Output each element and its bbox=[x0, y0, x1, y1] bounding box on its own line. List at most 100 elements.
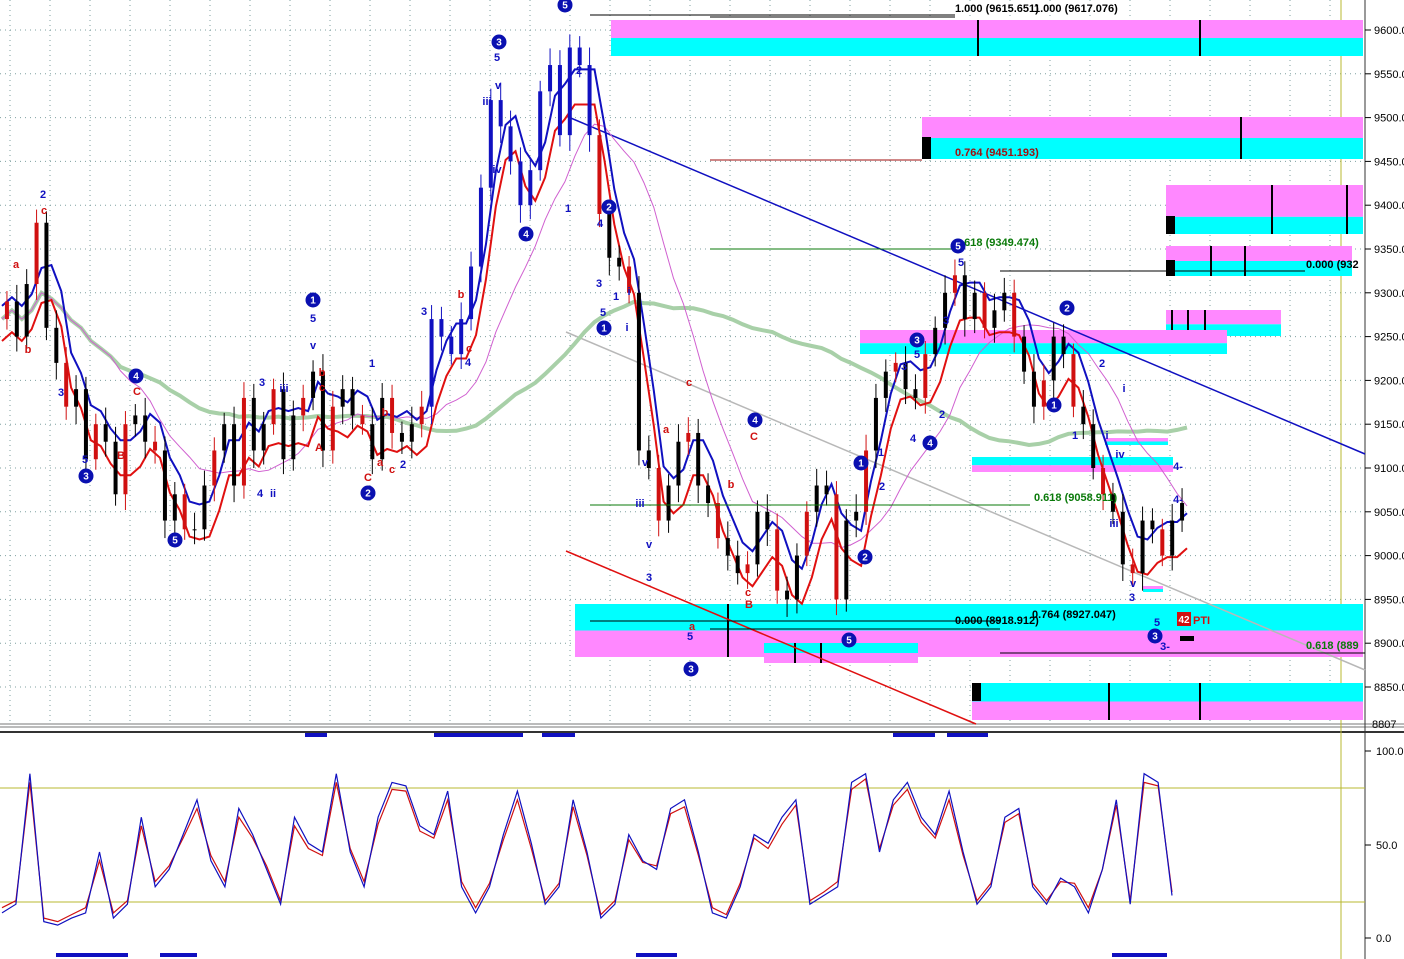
price-bar-body bbox=[301, 397, 306, 416]
wave-label-red: b bbox=[319, 367, 326, 379]
wave-label-red: c bbox=[389, 464, 395, 476]
price-bar-body bbox=[804, 511, 809, 556]
wave-circle-label: 4 bbox=[752, 416, 758, 427]
price-bar-body bbox=[1140, 520, 1145, 574]
price-bar-body bbox=[933, 327, 938, 355]
wave-label-blue: 3 bbox=[1129, 592, 1135, 604]
price-bar-body bbox=[1061, 336, 1066, 355]
signal-bar bbox=[947, 733, 988, 737]
price-bar-body bbox=[538, 91, 543, 171]
zone-marker bbox=[922, 137, 931, 159]
wave-label-red: a bbox=[663, 424, 670, 436]
wave-label-blue: 3 bbox=[943, 315, 949, 327]
price-bar-body bbox=[103, 424, 108, 442]
wave-label-red: B bbox=[745, 599, 753, 611]
price-tick-label: 9050.0 bbox=[1374, 507, 1404, 519]
wave-circle-label: 3 bbox=[1152, 632, 1158, 643]
price-bar-body bbox=[607, 213, 612, 258]
wave-label-blue: iii bbox=[1109, 518, 1118, 530]
price-bar-body bbox=[1031, 371, 1036, 407]
fib-label-f000a: 0.000 (932 bbox=[1306, 259, 1359, 271]
price-bar-body bbox=[785, 590, 790, 600]
zone-9100-top bbox=[972, 457, 1173, 466]
wave-circle-label: 3 bbox=[496, 38, 502, 49]
price-bar-body bbox=[478, 187, 483, 267]
signal-bar bbox=[893, 733, 935, 737]
wave-label-blue: iii bbox=[482, 96, 491, 108]
oscillator-panel bbox=[0, 733, 1365, 957]
price-bar-body bbox=[192, 529, 197, 531]
price-bar-body bbox=[64, 362, 69, 407]
price-bar-body bbox=[814, 485, 819, 512]
price-bar-body bbox=[528, 170, 533, 206]
price-bar-body bbox=[1150, 520, 1155, 530]
price-bar-body bbox=[271, 389, 276, 425]
fib-label-f618c: 0.618 (889 bbox=[1306, 640, 1359, 652]
signal-bar bbox=[542, 733, 575, 737]
price-tick-label: 9150.0 bbox=[1374, 419, 1404, 431]
wave-label-blue: 1 bbox=[878, 447, 884, 459]
price-bar-body bbox=[1041, 380, 1046, 407]
zone-9400-bottom bbox=[1166, 216, 1363, 234]
price-bar-body bbox=[370, 424, 375, 460]
price-bar-body bbox=[44, 222, 49, 328]
pti-value: 42 bbox=[1178, 615, 1190, 626]
zone-9400 bbox=[1166, 185, 1363, 234]
price-bar-body bbox=[162, 450, 167, 521]
price-bar-body bbox=[725, 538, 730, 556]
price-bar-body bbox=[656, 468, 661, 521]
wave-circle-label: 3 bbox=[914, 336, 920, 347]
wave-label-red: a bbox=[13, 259, 20, 271]
price-bar-body bbox=[676, 441, 681, 486]
zone-marker bbox=[1166, 260, 1175, 276]
fib-label-f618b: 0.618 (9058.911) bbox=[1034, 492, 1118, 504]
wave-circle-label: 1 bbox=[1051, 401, 1057, 412]
zone-8850 bbox=[972, 683, 1363, 720]
price-bar-body bbox=[696, 432, 701, 486]
price-bar-body bbox=[74, 389, 79, 407]
wave-label-blue: 3 bbox=[58, 387, 64, 399]
wave-label-blue: 1 bbox=[613, 291, 619, 303]
zone-8890 bbox=[764, 643, 918, 663]
price-bar-body bbox=[439, 319, 444, 337]
wave-label-blue: 4- bbox=[1173, 494, 1183, 506]
wave-label-blue: 3 bbox=[901, 361, 907, 373]
wave-label-blue: 4- bbox=[1173, 461, 1183, 473]
price-bar-body bbox=[251, 397, 256, 451]
zone-9480-top bbox=[922, 117, 1363, 138]
price-bar-body bbox=[587, 65, 592, 136]
wave-circle-label: 1 bbox=[858, 459, 864, 470]
price-bar-body bbox=[1022, 336, 1027, 372]
price-bar-body bbox=[794, 555, 799, 600]
price-cut-label: 8807 bbox=[1372, 719, 1396, 731]
price-bar-body bbox=[1081, 406, 1086, 425]
chart-canvas: 1.000 (9615.651)1.000 (9617.076) 0.764 (9… bbox=[0, 0, 1404, 959]
fib-label-f1000b: 1.000 (9617.076) bbox=[1034, 3, 1118, 15]
price-bar-body bbox=[765, 511, 770, 530]
osc-tick-label: 0.0 bbox=[1376, 933, 1391, 945]
osc-tick-label: 100.0 bbox=[1376, 746, 1404, 758]
price-bar-body bbox=[567, 47, 572, 136]
zone-9600-bottom bbox=[611, 38, 1363, 56]
wave-circle-label: 2 bbox=[1064, 304, 1070, 315]
price-bar-body bbox=[390, 397, 395, 433]
wave-label-blue: 4 bbox=[910, 433, 917, 445]
price-bar-body bbox=[350, 389, 355, 416]
price-bar-body bbox=[952, 275, 957, 293]
price-tick-label: 9400.0 bbox=[1374, 200, 1404, 212]
zone-marker bbox=[1166, 216, 1175, 234]
price-bar-body bbox=[824, 485, 829, 495]
zone-9600 bbox=[611, 20, 1363, 56]
price-bar-body bbox=[330, 406, 335, 451]
wave-label-blue: iv bbox=[492, 164, 502, 176]
price-bar-body bbox=[360, 415, 365, 425]
oscillator-axis: 100.0 50.0 0.0 bbox=[1365, 746, 1404, 945]
price-bar-body bbox=[962, 275, 967, 320]
price-bar-body bbox=[153, 441, 158, 451]
wave-circle-label: 4 bbox=[133, 372, 139, 383]
wave-label-blue: 5 bbox=[310, 313, 316, 325]
price-bar-body bbox=[636, 292, 641, 451]
price-tick-label: 9200.0 bbox=[1374, 375, 1404, 387]
wave-label-red: c bbox=[686, 377, 692, 389]
lower-band-line bbox=[1, 103, 1188, 606]
